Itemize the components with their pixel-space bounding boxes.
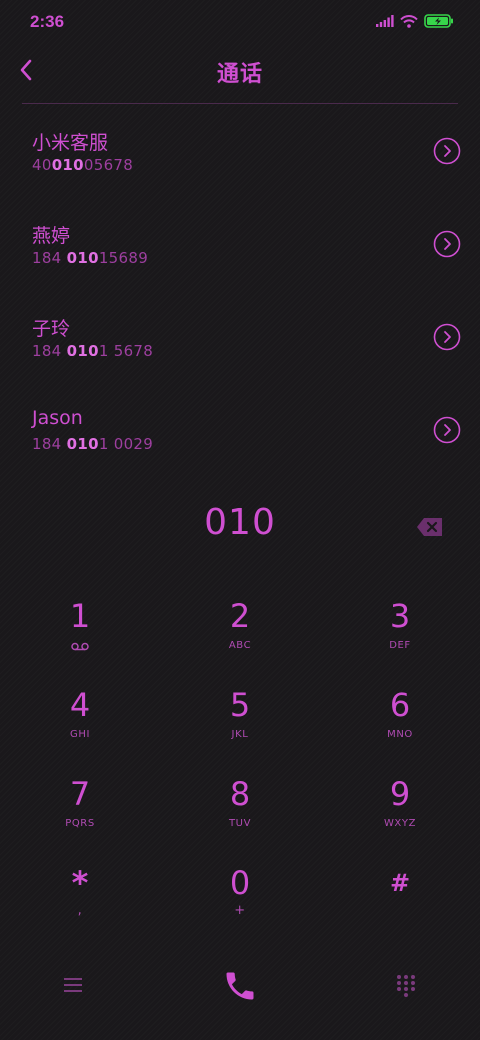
key-digit: 7 [69,775,91,813]
status-bar: 2:36 [0,0,480,44]
contact-number: 4001005678 [32,156,134,174]
backspace-button[interactable] [416,516,444,538]
keypad: 1 2 ABC 3 DEF 4 GHI 5 JKL 6 MNO 7 PQRS 8… [0,592,480,948]
contact-name: 燕婷 [32,225,71,247]
key-letters: PQRS [65,818,95,829]
key-2[interactable]: 2 ABC [160,592,320,681]
key-letters: ABC [228,640,252,651]
contact-name: 小米客服 [32,132,109,154]
battery-charging-icon [424,14,453,28]
key-letters: DEF [389,640,411,651]
number-match: 010 [66,435,99,453]
contact-detail-button[interactable] [433,416,461,444]
number-match: 010 [66,249,99,267]
contact-number: 184 0101 5678 [32,342,154,360]
dialpad-icon [397,975,415,997]
contact-detail-button[interactable] [433,230,461,258]
key-digit: 6 [389,686,411,724]
key-digit: * [71,864,89,902]
key-letters: WXYZ [383,818,417,829]
key-digit: # [389,869,411,897]
contact-detail-button[interactable] [433,137,461,165]
key-5[interactable]: 5 JKL [160,681,320,770]
key-letters: JKL [231,729,249,740]
key-9[interactable]: 9 WXYZ [320,770,480,859]
key-letters: , [77,903,83,918]
key-0[interactable]: 0 + [160,859,320,948]
contact-row[interactable]: 子玲 184 0101 5678 [0,290,480,383]
dialed-number: 010 [204,502,276,543]
chevron-right-circle-icon [433,323,461,351]
voicemail-icon [71,642,89,651]
keypad-row: 7 PQRS 8 TUV 9 WXYZ [0,770,480,859]
key-digit: 8 [229,775,251,813]
page-title: 通话 [216,62,263,87]
key-7[interactable]: 7 PQRS [0,770,160,859]
key-digit: 4 [69,686,91,724]
chevron-right-circle-icon [433,137,461,165]
keypad-toggle-button[interactable] [395,974,417,997]
key-letters: + [234,903,246,918]
status-icons [376,14,454,28]
key-digit: 3 [389,597,411,635]
header: 通话 [0,44,480,104]
contact-detail-button[interactable] [433,323,461,351]
wifi-icon [400,14,418,28]
key-digit: 9 [389,775,411,813]
bottom-bar [0,960,480,1020]
chevron-right-circle-icon [433,230,461,258]
contact-name: 子玲 [32,318,71,340]
key-letters: GHI [69,729,91,740]
key-star[interactable]: * , [0,859,160,948]
backspace-icon [417,518,442,536]
key-digit: 0 [229,864,251,902]
signal-icon [376,15,394,27]
contact-row[interactable]: 小米客服 4001005678 [0,104,480,197]
key-digit: 1 [69,597,91,635]
key-6[interactable]: 6 MNO [320,681,480,770]
menu-icon [64,978,82,992]
contact-row[interactable]: 燕婷 184 01015689 [0,197,480,290]
keypad-row: 1 2 ABC 3 DEF [0,592,480,681]
contact-number: 184 0101 0029 [32,435,154,453]
status-time: 2:36 [30,12,65,31]
key-4[interactable]: 4 GHI [0,681,160,770]
key-3[interactable]: 3 DEF [320,592,480,681]
contact-number: 184 01015689 [32,249,149,267]
number-match: 010 [66,342,99,360]
key-1[interactable]: 1 [0,592,160,681]
chevron-right-circle-icon [433,416,461,444]
key-hash[interactable]: # [320,859,480,948]
keypad-row: 4 GHI 5 JKL 6 MNO [0,681,480,770]
key-letters: MNO [387,729,413,740]
keypad-row: * , 0 + # [0,859,480,948]
number-match: 010 [51,156,84,174]
key-digit: 2 [229,597,251,635]
key-8[interactable]: 8 TUV [160,770,320,859]
phone-icon [226,972,254,1000]
call-button[interactable] [222,968,258,1004]
contact-row[interactable]: Jason 184 0101 0029 [0,383,480,476]
menu-button[interactable] [62,974,84,996]
contact-name: Jason [32,407,83,429]
key-letters: TUV [228,818,252,829]
key-digit: 5 [229,686,251,724]
contact-list: 小米客服 4001005678 燕婷 184 01015689 子玲 184 0… [0,104,480,476]
